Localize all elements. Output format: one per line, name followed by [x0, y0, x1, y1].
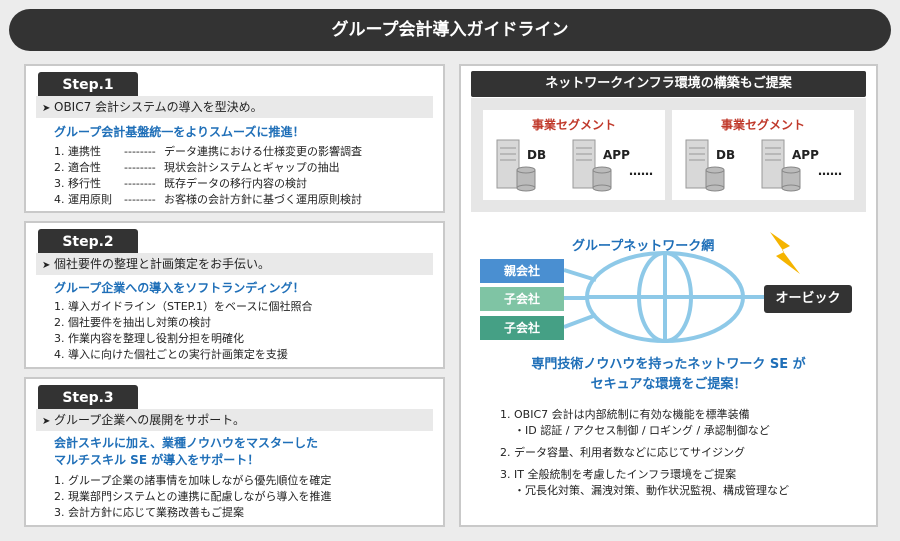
point-main: 2. データ容量、利用者数などに応じてサイジング [500, 446, 745, 459]
list-item: 1. OBIC7 会計は内部統制に有効な機能を標準装備 ・ID 認証 / アクセ… [500, 407, 789, 439]
network-title: グループネットワーク網 [572, 239, 715, 254]
point-main: 3. IT 全般統制を考慮したインフラ環境をご提案 [500, 468, 737, 481]
company-label: 親会社 [480, 259, 564, 283]
obic-label: オービック [764, 285, 852, 313]
point-sub: ・ID 認証 / アクセス制御 / ロギング / 承認制御など [514, 424, 770, 437]
point-main: 1. OBIC7 会計は内部統制に有効な機能を標準装備 [500, 408, 750, 421]
se-title: 専門技術ノウハウを持ったネットワーク SE が セキュアな環境をご提案！ [471, 355, 866, 395]
globe-icon [563, 251, 764, 343]
company-label: 子会社 [480, 316, 564, 340]
list-item: 3. IT 全般統制を考慮したインフラ環境をご提案 ・冗長化対策、漏洩対策、動作… [500, 467, 789, 499]
se-title-line: 専門技術ノウハウを持ったネットワーク SE が [531, 357, 806, 372]
list-item: 2. データ容量、利用者数などに応じてサイジング [500, 445, 789, 461]
se-points: 1. OBIC7 会計は内部統制に有効な機能を標準装備 ・ID 認証 / アクセ… [500, 407, 789, 505]
company-label: 子会社 [480, 287, 564, 311]
se-title-line: セキュアな環境をご提案！ [590, 377, 747, 392]
lightning-icon [770, 232, 800, 274]
point-sub: ・冗長化対策、漏洩対策、動作状況監視、構成管理など [514, 484, 789, 497]
